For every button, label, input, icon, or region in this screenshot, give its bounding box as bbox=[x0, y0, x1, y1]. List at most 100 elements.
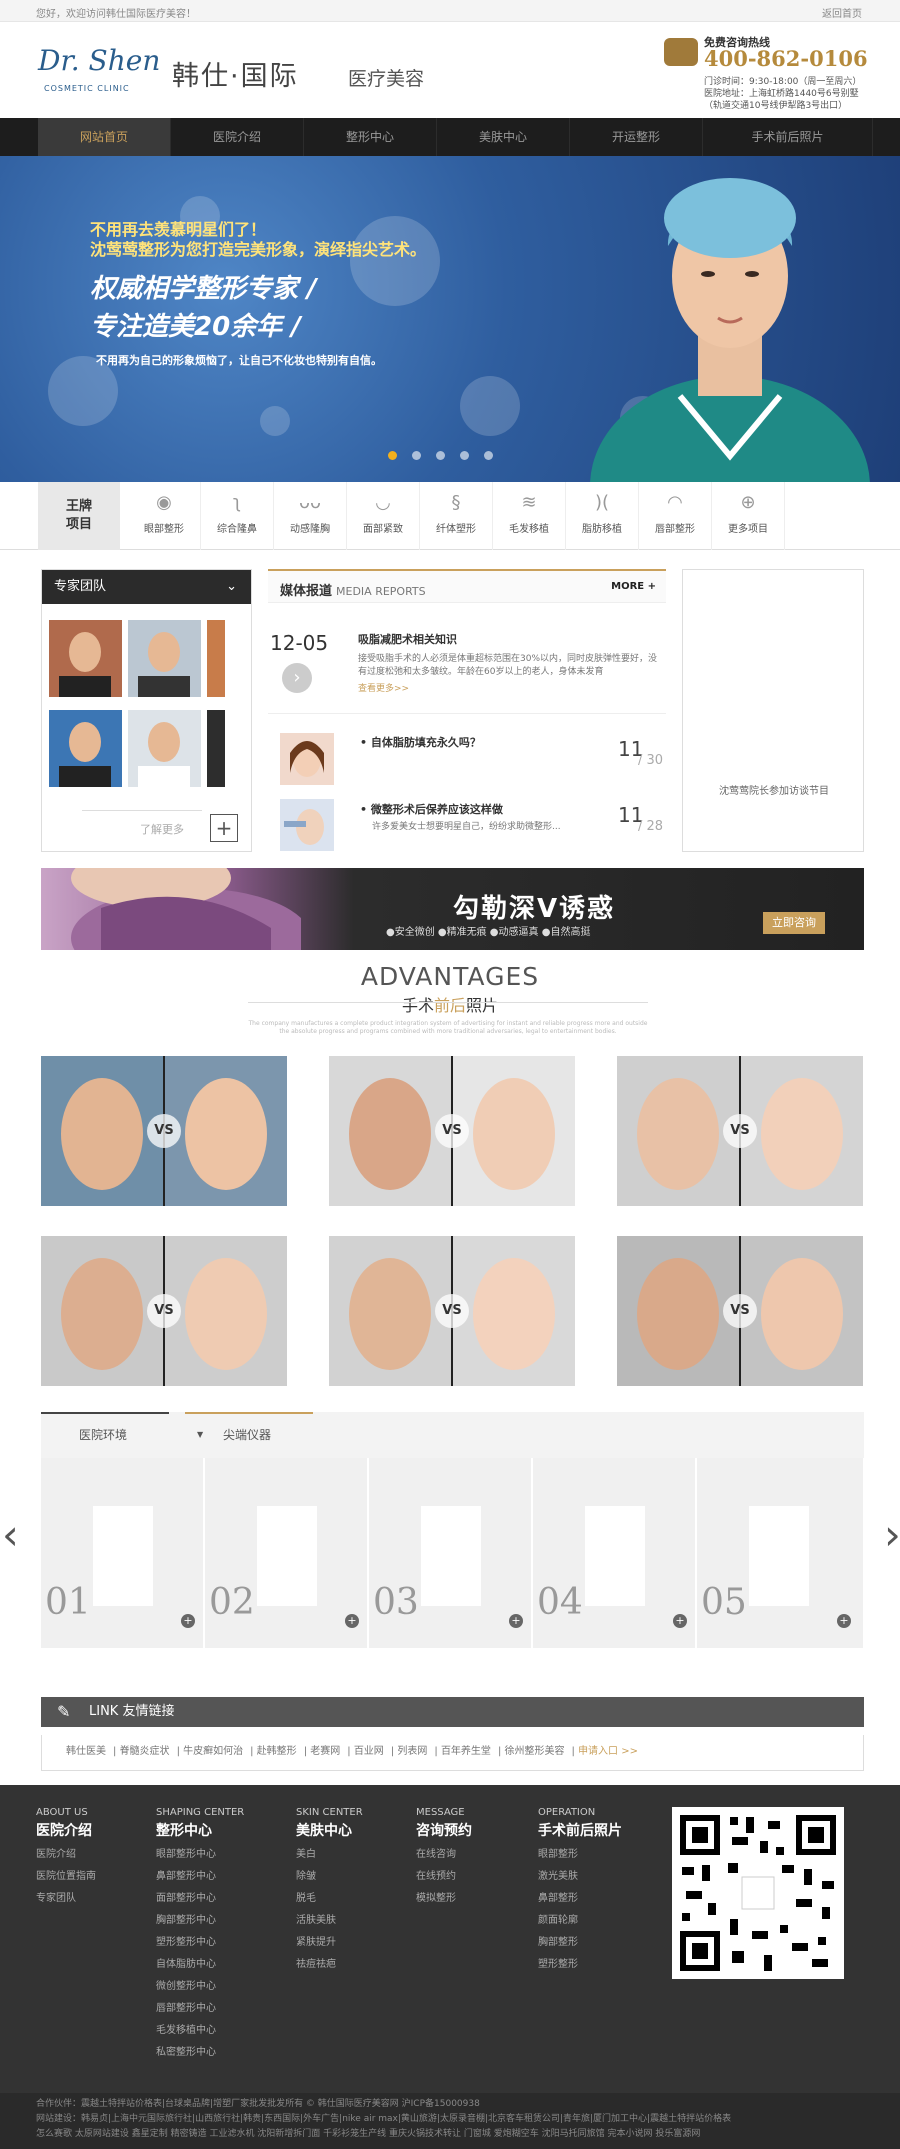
tab-equipment[interactable]: 尖端仪器 bbox=[223, 1412, 271, 1458]
carousel-next-arrow[interactable]: › bbox=[884, 1510, 900, 1559]
before-after-photo[interactable]: VS bbox=[617, 1056, 863, 1206]
footer-link[interactable]: 祛痘祛疤 bbox=[296, 1958, 363, 1972]
project-face[interactable]: ◡ 面部紧致 bbox=[347, 482, 420, 550]
team-more-link[interactable]: 了解更多 bbox=[140, 821, 184, 837]
equipment-card[interactable]: 03 + bbox=[369, 1458, 532, 1648]
before-after-photo[interactable]: VS bbox=[329, 1056, 575, 1206]
footer-col-title[interactable]: 咨询预约 bbox=[416, 1820, 472, 1840]
friend-link[interactable]: 百年养生堂 bbox=[441, 1746, 491, 1757]
footer-link[interactable]: 微创整形中心 bbox=[156, 1980, 244, 1994]
footer-link[interactable]: 胸部整形 bbox=[538, 1936, 622, 1950]
before-after-photo[interactable]: VS bbox=[329, 1236, 575, 1386]
footer-link[interactable]: 紧肤提升 bbox=[296, 1936, 363, 1950]
project-eye[interactable]: ◉ 眼部整形 bbox=[128, 482, 201, 550]
expert-photo[interactable] bbox=[207, 710, 225, 787]
before-after-photo[interactable]: VS bbox=[41, 1236, 287, 1386]
friend-link[interactable]: 列表网 bbox=[397, 1746, 427, 1757]
project-breast[interactable]: ᴗᴗ 动感隆胸 bbox=[274, 482, 347, 550]
footer-link[interactable]: 颜面轮廓 bbox=[538, 1914, 622, 1928]
expert-photo[interactable] bbox=[49, 710, 122, 787]
nav-photos[interactable]: 手术前后照片 bbox=[703, 118, 873, 156]
before-after-photo[interactable]: VS bbox=[41, 1056, 287, 1206]
expert-photo[interactable] bbox=[207, 620, 225, 697]
footer-col-title[interactable]: 整形中心 bbox=[156, 1820, 244, 1840]
friend-link[interactable]: 牛皮癣如何治 bbox=[183, 1746, 243, 1757]
news-thumb[interactable] bbox=[280, 733, 334, 785]
friend-link[interactable]: 老赛网 bbox=[310, 1746, 340, 1757]
hotline-number[interactable]: 400-862-0106 bbox=[704, 46, 868, 71]
footer-link[interactable]: 专家团队 bbox=[36, 1892, 96, 1906]
equipment-card[interactable]: 04 + bbox=[533, 1458, 696, 1648]
plus-icon[interactable]: + bbox=[673, 1614, 687, 1628]
footer-link[interactable]: 在线预约 bbox=[416, 1870, 472, 1884]
footer-link[interactable]: 唇部整形中心 bbox=[156, 2002, 244, 2016]
banner-dot[interactable] bbox=[436, 451, 445, 460]
project-more[interactable]: ⊕ 更多项目 bbox=[712, 482, 785, 550]
footer-link[interactable]: 塑形整形 bbox=[538, 1958, 622, 1972]
footer-link[interactable]: 鼻部整形中心 bbox=[156, 1870, 244, 1884]
footer-link[interactable]: 激光美肤 bbox=[538, 1870, 622, 1884]
footer-link[interactable]: 眼部整形 bbox=[538, 1848, 622, 1862]
friend-link[interactable]: 百业网 bbox=[354, 1746, 384, 1757]
news-title[interactable]: • 微整形术后保养应该这样做 bbox=[360, 801, 503, 817]
plus-icon[interactable]: + bbox=[509, 1614, 523, 1628]
banner-dot[interactable] bbox=[412, 451, 421, 460]
tab-environment[interactable]: 医院环境 bbox=[79, 1412, 127, 1458]
carousel-prev-arrow[interactable]: ‹ bbox=[2, 1510, 19, 1559]
expert-team-header[interactable]: 专家团队 ⌄ bbox=[42, 570, 251, 604]
friend-link[interactable]: 韩仕医美 bbox=[66, 1746, 106, 1757]
plus-icon[interactable]: + bbox=[837, 1614, 851, 1628]
feature-title[interactable]: 吸脂减肥术相关知识 bbox=[358, 631, 457, 647]
footer-link[interactable]: 除皱 bbox=[296, 1870, 363, 1884]
expert-photo[interactable] bbox=[128, 710, 201, 787]
footer-link[interactable]: 私密整形中心 bbox=[156, 2046, 244, 2060]
footer-link[interactable]: 面部整形中心 bbox=[156, 1892, 244, 1906]
nav-about[interactable]: 医院介绍 bbox=[171, 118, 304, 156]
nav-home[interactable]: 网站首页 bbox=[38, 118, 171, 156]
feature-more-link[interactable]: 查看更多>> bbox=[358, 681, 409, 694]
footer-link[interactable]: 模拟整形 bbox=[416, 1892, 472, 1906]
footer-col-title[interactable]: 医院介绍 bbox=[36, 1820, 96, 1840]
footer-link[interactable]: 美白 bbox=[296, 1848, 363, 1862]
logo-english[interactable]: Dr. Shen bbox=[38, 44, 160, 77]
footer-link[interactable]: 活肤美肤 bbox=[296, 1914, 363, 1928]
expert-photo[interactable] bbox=[128, 620, 201, 697]
nav-fortune[interactable]: 开运整形 bbox=[570, 118, 703, 156]
footer-col-title[interactable]: 美肤中心 bbox=[296, 1820, 363, 1840]
footer-link[interactable]: 自体脂肪中心 bbox=[156, 1958, 244, 1972]
apply-link[interactable]: 申请入口 >> bbox=[578, 1746, 638, 1757]
plus-icon[interactable]: + bbox=[181, 1614, 195, 1628]
media-more-link[interactable]: MORE + bbox=[611, 581, 656, 592]
friend-link[interactable]: 脊髓炎症状 bbox=[120, 1746, 170, 1757]
friend-link[interactable]: 赴韩整形 bbox=[257, 1746, 297, 1757]
promo-banner[interactable]: 勾勒深V诱惑 ●安全微创 ●精准无痕 ●动感逼真 ●自然高挺 立即咨询 bbox=[41, 868, 864, 950]
footer-link[interactable]: 医院位置指南 bbox=[36, 1870, 96, 1884]
footer-link[interactable]: 胸部整形中心 bbox=[156, 1914, 244, 1928]
news-thumb[interactable] bbox=[280, 799, 334, 851]
project-fat[interactable]: )(脂肪移植 bbox=[566, 482, 639, 550]
promo-consult-button[interactable]: 立即咨询 bbox=[763, 912, 825, 934]
news-title[interactable]: • 自体脂肪填充永久吗？ bbox=[360, 734, 481, 750]
hero-banner[interactable]: 不用再去羡慕明星们了！ 沈莺莺整形为您打造完美形象，演绎指尖艺术。 权威相学整形… bbox=[0, 156, 900, 482]
footer-link[interactable]: 塑形整形中心 bbox=[156, 1936, 244, 1950]
video-panel[interactable]: 沈莺莺院长参加访谈节目 bbox=[682, 569, 864, 852]
footer-link[interactable]: 在线咨询 bbox=[416, 1848, 472, 1862]
equipment-card[interactable]: 02 + bbox=[205, 1458, 368, 1648]
equipment-card[interactable]: 01 + bbox=[41, 1458, 204, 1648]
footer-link[interactable]: 毛发移植中心 bbox=[156, 2024, 244, 2038]
back-home-link[interactable]: 返回首页 bbox=[822, 5, 862, 20]
project-hair[interactable]: ≋ 毛发移植 bbox=[493, 482, 566, 550]
footer-col-title[interactable]: 手术前后照片 bbox=[538, 1820, 622, 1840]
banner-dot[interactable] bbox=[388, 451, 397, 460]
nav-shaping[interactable]: 整形中心 bbox=[304, 118, 437, 156]
footer-link[interactable]: 脱毛 bbox=[296, 1892, 363, 1906]
expert-photo[interactable] bbox=[49, 620, 122, 697]
project-body[interactable]: § 纤体塑形 bbox=[420, 482, 493, 550]
friend-link[interactable]: 徐州整形美容 bbox=[505, 1746, 565, 1757]
before-after-photo[interactable]: VS bbox=[617, 1236, 863, 1386]
plus-icon[interactable]: + bbox=[345, 1614, 359, 1628]
banner-dot[interactable] bbox=[484, 451, 493, 460]
logo-chinese[interactable]: 韩仕·国际 bbox=[172, 54, 299, 93]
nav-skin[interactable]: 美肤中心 bbox=[437, 118, 570, 156]
team-plus-button[interactable]: + bbox=[210, 814, 238, 842]
